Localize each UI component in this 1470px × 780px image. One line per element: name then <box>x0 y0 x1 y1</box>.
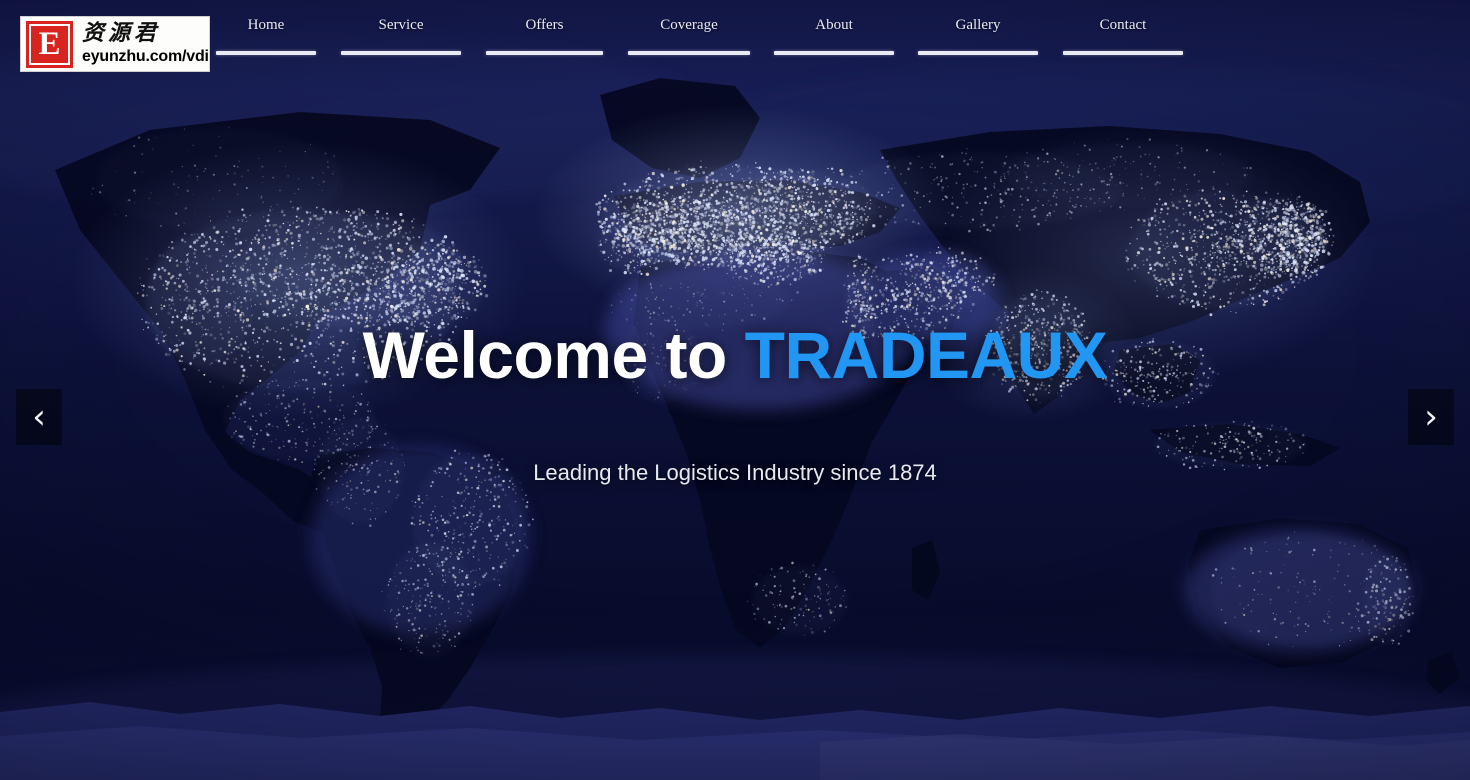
main-menu: Home Service Offers Coverage About Gallery Con… <box>212 0 1470 62</box>
nav-item-label: About <box>815 17 853 33</box>
nav-item-underline <box>341 51 461 55</box>
top-navigation-bar: E 资源君 eyunzhu.com/vdisk Home Service Offer… <box>0 0 1470 72</box>
logo-red-square: E <box>26 20 73 68</box>
chevron-left-icon: ‹ <box>32 397 46 437</box>
nav-item-underline <box>628 51 750 55</box>
logo-domain-text: eyunzhu.com/vdisk <box>82 48 209 65</box>
nav-item-home[interactable]: Home <box>212 0 320 62</box>
nav-item-offers[interactable]: Offers <box>482 0 607 62</box>
logo-chinese-text: 资源君 <box>82 21 161 46</box>
nav-item-gallery[interactable]: Gallery <box>914 0 1042 62</box>
page-root: Welcome to TRADEAUX Leading the Logistic… <box>0 0 1470 780</box>
nav-item-contact[interactable]: Contact <box>1059 0 1187 62</box>
logo-letter-e: E <box>29 23 70 65</box>
nav-item-label: Service <box>378 17 424 33</box>
eyunzhu-watermark-logo: E 资源君 eyunzhu.com/vdisk <box>20 16 210 72</box>
nav-item-label: Coverage <box>660 17 718 33</box>
nav-item-about[interactable]: About <box>770 0 898 62</box>
carousel-prev-button[interactable]: ‹ <box>16 389 62 445</box>
world-map-background <box>0 0 1470 780</box>
nav-item-underline <box>774 51 894 55</box>
logo-wordmark: 资源君 eyunzhu.com/vdisk <box>82 21 209 65</box>
nav-item-label: Gallery <box>955 17 1001 33</box>
nav-item-underline <box>1063 51 1183 55</box>
nav-item-label: Contact <box>1099 17 1147 33</box>
hero-banner <box>0 0 1470 780</box>
chevron-right-icon: › <box>1424 397 1438 437</box>
nav-item-service[interactable]: Service <box>337 0 465 62</box>
carousel-next-button[interactable]: › <box>1408 389 1454 445</box>
nav-item-underline <box>486 51 603 55</box>
nav-item-coverage[interactable]: Coverage <box>624 0 754 62</box>
nav-item-label: Home <box>247 17 285 33</box>
nav-item-underline <box>918 51 1038 55</box>
nav-item-label: Offers <box>525 17 564 33</box>
nav-item-underline <box>216 51 316 55</box>
